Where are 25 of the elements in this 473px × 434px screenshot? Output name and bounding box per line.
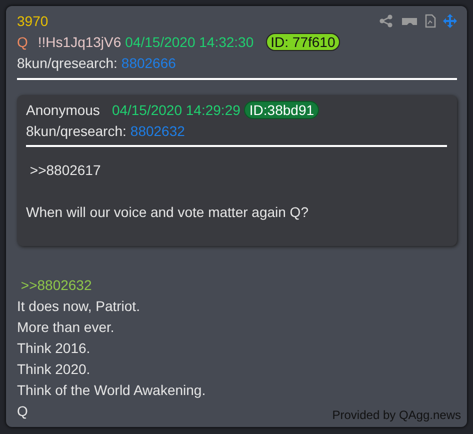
timestamp: 04/15/2020 14:32:30 xyxy=(125,34,254,50)
author-name: Q xyxy=(17,34,28,50)
post-link[interactable]: 8802666 xyxy=(121,54,176,70)
post-text: Q xyxy=(17,402,28,418)
footer-credit: Provided by QAgg.news xyxy=(332,408,461,422)
post-number: 3970 xyxy=(17,12,48,28)
tripcode: !!Hs1Jq13jV6 xyxy=(38,34,122,50)
poster-id-badge: ID:38bd91 xyxy=(244,100,320,118)
timestamp: 04/15/2020 14:29:29 xyxy=(112,102,240,118)
post-text: It does now, Patriot. xyxy=(17,298,140,314)
move-icon[interactable] xyxy=(443,14,457,28)
post-text: When will our voice and vote matter again Q? xyxy=(26,204,308,220)
reply-link[interactable]: >>8802632 xyxy=(17,276,92,292)
post-text: Think 2016. xyxy=(17,340,90,356)
author-name: Anonymous xyxy=(26,102,100,118)
document-icon[interactable] xyxy=(423,14,437,28)
post-link[interactable]: 8802632 xyxy=(130,122,185,138)
share-icon[interactable] xyxy=(379,14,393,28)
quote-reference: >>8802617 xyxy=(28,162,101,178)
post-text: Think of the World Awakening. xyxy=(17,382,206,398)
post-text: Think 2020. xyxy=(17,360,90,376)
board-label: 8kun/qresearch: xyxy=(17,54,118,70)
poster-id-badge: ID: 77f610 xyxy=(266,32,340,50)
post-text: More than ever. xyxy=(17,318,114,334)
board-label: 8kun/qresearch: xyxy=(26,122,126,138)
